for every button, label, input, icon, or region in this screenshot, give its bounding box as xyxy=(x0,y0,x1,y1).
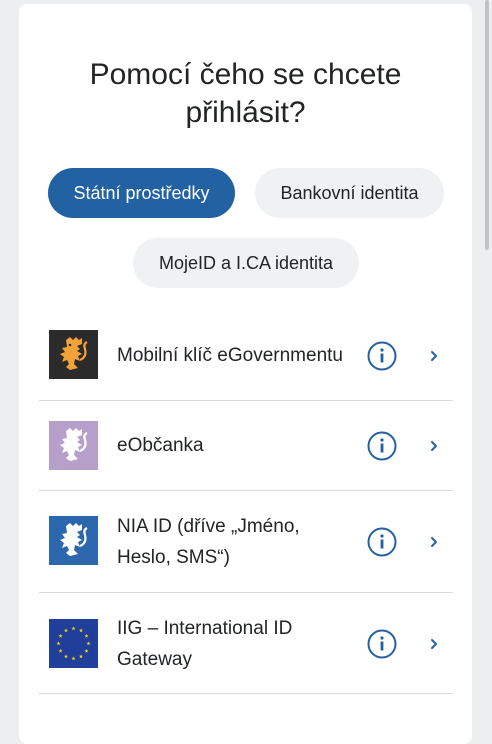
chevron-right-icon xyxy=(431,537,437,547)
page-title-line-1: Pomocí čeho se chcete xyxy=(89,58,402,91)
chevron-right-icon xyxy=(431,351,437,361)
method-eobcanka[interactable]: eObčanka xyxy=(39,401,453,491)
tab-bank-identity[interactable]: Bankovní identita xyxy=(255,168,444,218)
czech-lion-logo-blue xyxy=(49,516,98,565)
info-icon[interactable] xyxy=(367,341,397,371)
login-method-list: Mobilní klíč eGovernmentu eObčanka NIA I… xyxy=(39,311,453,694)
tab-mojeid-ica[interactable]: MojeID a I.CA identita xyxy=(133,238,359,288)
scrollbar[interactable] xyxy=(485,0,489,250)
info-icon[interactable] xyxy=(367,629,397,659)
method-nia-id[interactable]: NIA ID (dříve „Jméno, Heslo, SMS“) xyxy=(39,491,453,593)
page-title: Pomocí čeho se chcete přihlásit? xyxy=(19,56,472,132)
info-icon[interactable] xyxy=(367,527,397,557)
czech-lion-logo-lavender xyxy=(49,421,98,470)
tab-state-means[interactable]: Státní prostředky xyxy=(48,168,235,218)
chevron-right-icon xyxy=(431,639,437,649)
method-mobile-key[interactable]: Mobilní klíč eGovernmentu xyxy=(39,311,453,401)
info-icon[interactable] xyxy=(367,431,397,461)
czech-lion-logo-dark xyxy=(49,330,98,379)
method-label: eObčanka xyxy=(117,435,204,456)
page-title-line-2: přihlásit? xyxy=(185,96,306,129)
method-label: NIA ID (dříve „Jméno, Heslo, SMS“) xyxy=(117,516,300,568)
method-label: Mobilní klíč eGovernmentu xyxy=(117,345,343,366)
method-iig[interactable]: IIG – International ID Gateway xyxy=(39,593,453,694)
eu-flag-logo xyxy=(49,619,98,668)
chevron-right-icon xyxy=(431,441,437,451)
login-method-card: Pomocí čeho se chcete přihlásit? Státní … xyxy=(19,4,472,744)
method-label: IIG – International ID Gateway xyxy=(117,618,293,670)
